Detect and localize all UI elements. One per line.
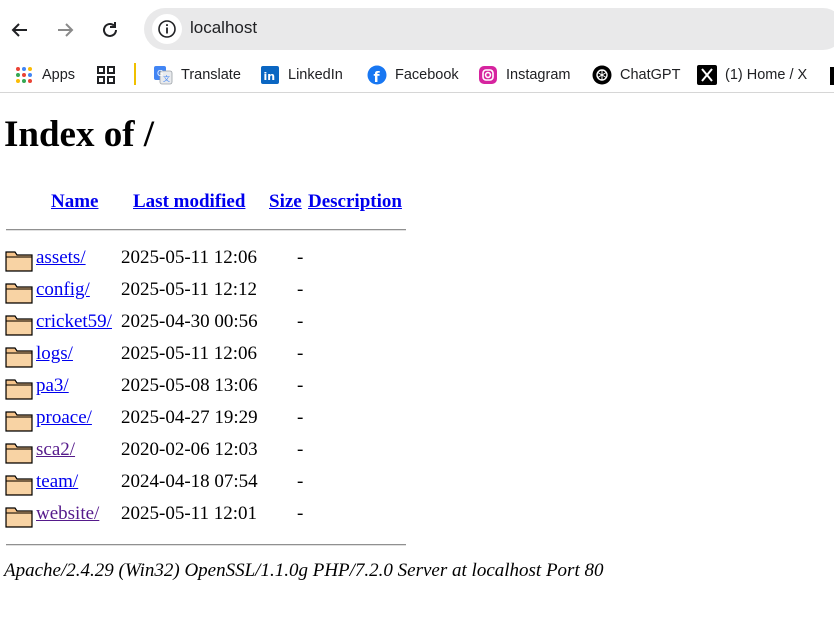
bookmark-label: ChatGPT	[620, 67, 681, 83]
directory-link[interactable]: config/	[36, 279, 90, 301]
svg-text:in: in	[264, 70, 276, 83]
google-translate-icon: G文	[153, 65, 173, 85]
last-modified-cell: 2025-04-30 00:56	[121, 311, 258, 332]
table-row: pa3/2025-05-08 13:06 -	[0, 373, 420, 403]
bookmark-label: Translate	[181, 67, 241, 83]
column-header-last-modified[interactable]: Last modified	[133, 191, 245, 213]
bookmark-label: Instagram	[506, 67, 571, 83]
last-modified-cell: 2025-05-11 12:01	[121, 503, 257, 524]
tab-groups-icon	[96, 65, 116, 85]
size-cell: -	[297, 471, 304, 492]
browser-toolbar: localhost	[0, 0, 834, 58]
bookmark-instagram[interactable]: Instagram	[478, 63, 570, 87]
last-modified-cell: 2020-02-06 12:03	[121, 439, 258, 460]
server-signature: Apache/2.4.29 (Win32) OpenSSL/1.1.0g PHP…	[4, 560, 604, 581]
reload-button[interactable]	[94, 14, 126, 46]
folder-icon	[5, 376, 33, 400]
header-divider	[6, 229, 406, 231]
back-button[interactable]	[4, 14, 36, 46]
size-cell: -	[297, 375, 304, 396]
facebook-icon: f	[367, 65, 387, 85]
table-row: sca2/2020-02-06 12:03 -	[0, 437, 420, 467]
table-row: website/2025-05-11 12:01 -	[0, 501, 420, 531]
column-header-name[interactable]: Name	[51, 191, 98, 213]
reload-icon	[103, 22, 117, 37]
size-cell: -	[297, 247, 304, 268]
size-cell: -	[297, 343, 304, 364]
bookmark-linkedin[interactable]: in LinkedIn	[260, 63, 343, 87]
directory-link[interactable]: assets/	[36, 247, 86, 269]
forward-button[interactable]	[49, 14, 81, 46]
instagram-icon	[478, 65, 498, 85]
bookmark-overflow-edge	[830, 67, 834, 85]
bookmark-facebook[interactable]: f Facebook	[367, 63, 459, 87]
size-cell: -	[297, 407, 304, 428]
table-row: cricket59/2025-04-30 00:56 -	[0, 309, 420, 339]
table-row: proace/2025-04-27 19:29 -	[0, 405, 420, 435]
address-bar[interactable]: localhost	[144, 8, 834, 50]
table-row: logs/2025-05-11 12:06 -	[0, 341, 420, 371]
bookmark-label: LinkedIn	[288, 67, 343, 83]
bookmark-label: Facebook	[395, 67, 459, 83]
bookmark-label: Apps	[42, 67, 76, 83]
folder-icon	[5, 472, 33, 496]
table-row: config/2025-05-11 12:12 -	[0, 277, 420, 307]
folder-icon	[5, 248, 33, 272]
size-cell: -	[297, 311, 304, 332]
chatgpt-icon	[592, 65, 612, 85]
folder-icon	[5, 440, 33, 464]
folder-icon	[5, 280, 33, 304]
bookmark-apps[interactable]: Apps	[14, 63, 75, 87]
last-modified-cell: 2025-04-27 19:29	[121, 407, 258, 428]
directory-link[interactable]: sca2/	[36, 439, 75, 461]
size-cell: -	[297, 503, 304, 524]
url-text[interactable]: localhost	[190, 18, 257, 38]
column-header-description[interactable]: Description	[308, 191, 402, 213]
forward-arrow-icon	[58, 23, 74, 37]
table-row: team/2024-04-18 07:54 -	[0, 469, 420, 499]
bookmark-x-home[interactable]: (1) Home / X	[697, 63, 807, 87]
apps-grid-icon	[14, 65, 34, 85]
folder-icon	[5, 312, 33, 336]
bookmark-chatgpt[interactable]: ChatGPT	[592, 63, 680, 87]
bookmark-divider	[134, 63, 136, 85]
bookmark-translate[interactable]: G文 Translate	[153, 63, 241, 87]
last-modified-cell: 2025-05-11 12:06	[121, 247, 257, 268]
back-arrow-icon	[11, 23, 27, 37]
folder-icon	[5, 408, 33, 432]
directory-link[interactable]: pa3/	[36, 375, 69, 397]
directory-link[interactable]: proace/	[36, 407, 92, 429]
last-modified-cell: 2024-04-18 07:54	[121, 471, 258, 492]
last-modified-cell: 2025-05-08 13:06	[121, 375, 258, 396]
bookmarks-bar: Apps G文 Translate in LinkedIn f Facebook	[0, 58, 834, 93]
size-cell: -	[297, 439, 304, 460]
column-header-size[interactable]: Size	[269, 191, 302, 213]
bookmark-label: (1) Home / X	[725, 67, 808, 83]
directory-link[interactable]: website/	[36, 503, 99, 525]
last-modified-cell: 2025-05-11 12:06	[121, 343, 257, 364]
directory-link[interactable]: team/	[36, 471, 78, 493]
linkedin-icon: in	[260, 65, 280, 85]
size-cell: -	[297, 279, 304, 300]
directory-link[interactable]: cricket59/	[36, 311, 112, 333]
directory-link[interactable]: logs/	[36, 343, 73, 365]
footer-divider	[6, 544, 406, 546]
folder-icon	[5, 504, 33, 528]
svg-text:文: 文	[163, 74, 170, 83]
folder-icon	[5, 344, 33, 368]
site-info-icon[interactable]	[152, 14, 182, 44]
page-title: Index of /	[4, 114, 155, 155]
directory-listing-page: Index of / Name Last modified Size Descr…	[0, 101, 834, 641]
last-modified-cell: 2025-05-11 12:12	[121, 279, 257, 300]
x-icon	[697, 65, 717, 85]
svg-text:f: f	[374, 70, 381, 85]
table-row: assets/2025-05-11 12:06 -	[0, 245, 420, 275]
bookmark-tab-groups[interactable]	[96, 63, 124, 87]
